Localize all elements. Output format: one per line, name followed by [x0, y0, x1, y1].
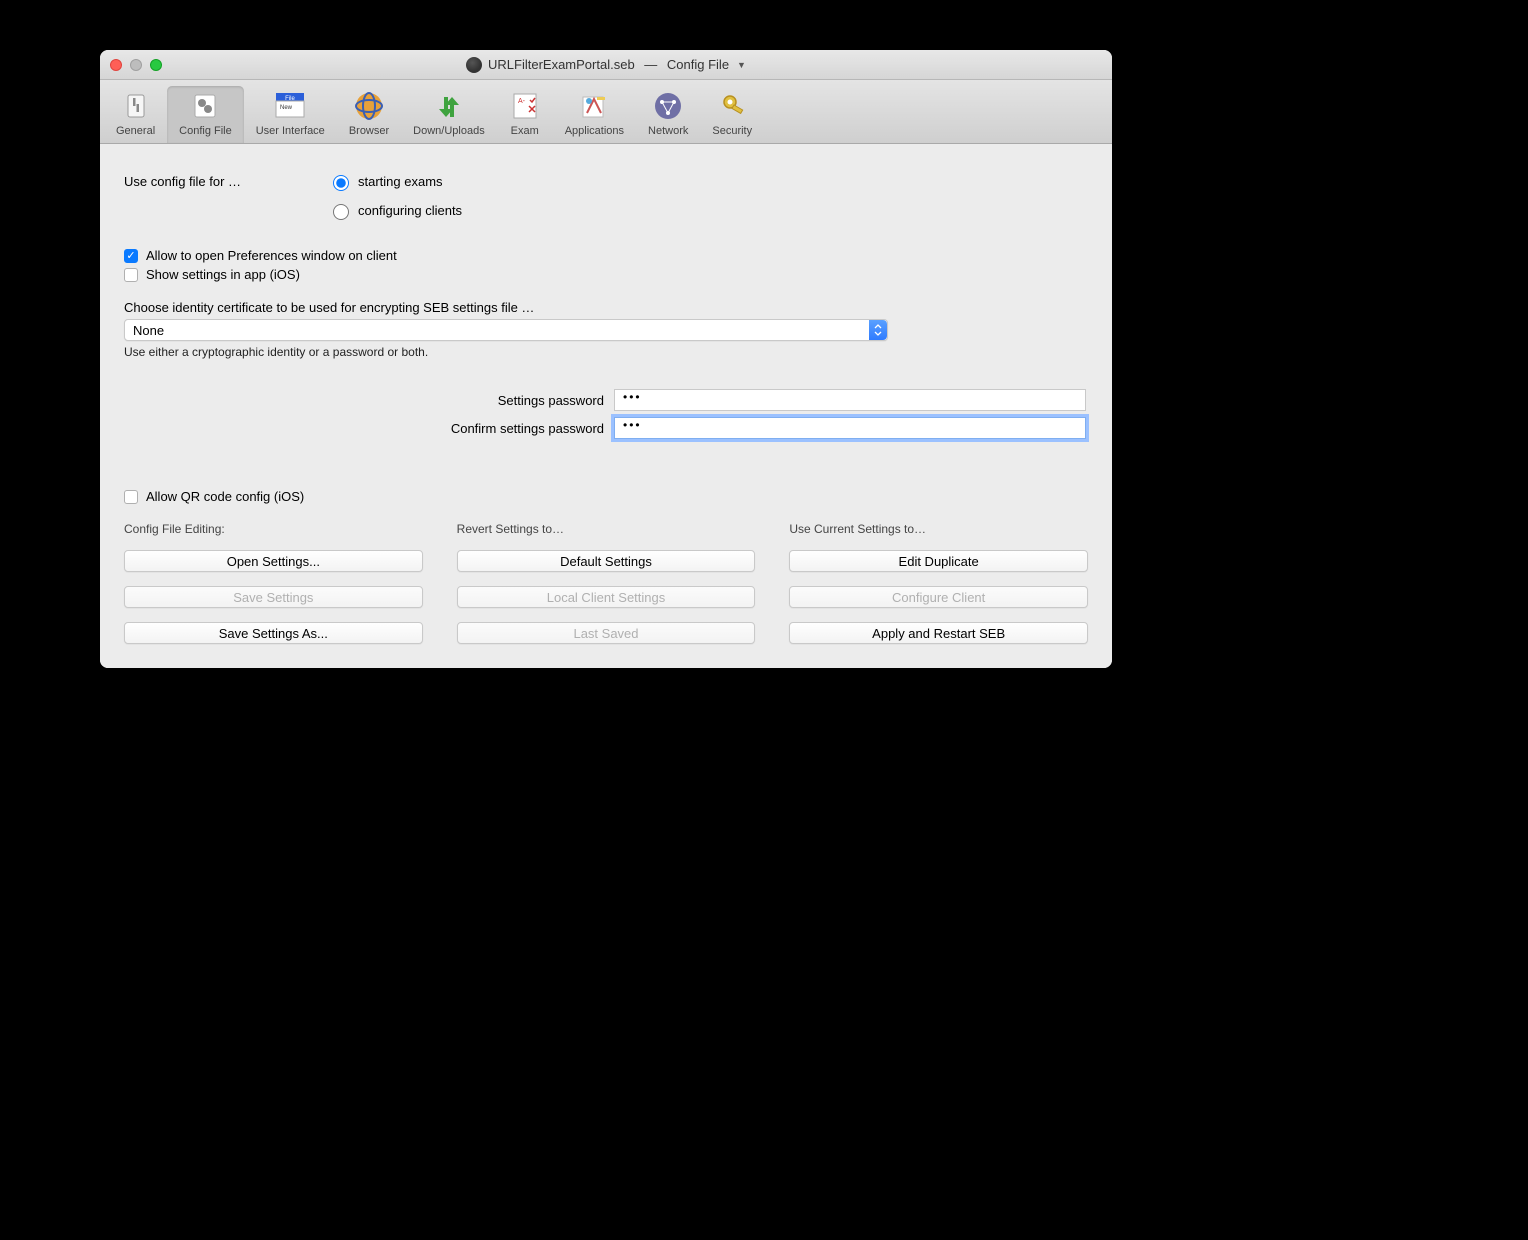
close-icon[interactable]	[110, 59, 122, 71]
dropdown-chevron-icon	[869, 320, 887, 340]
settings-password-input[interactable]: •••	[614, 389, 1086, 411]
use-config-label: Use config file for …	[124, 172, 328, 189]
identity-label: Choose identity certificate to be used f…	[124, 300, 1088, 315]
radio-label: configuring clients	[358, 203, 462, 218]
minimize-icon[interactable]	[130, 59, 142, 71]
col2-header: Revert Settings to…	[457, 522, 756, 536]
tab-label: Applications	[565, 125, 624, 137]
checkbox-allow-prefs[interactable]: ✓ Allow to open Preferences window on cl…	[124, 248, 1088, 263]
radio-configuring-clients[interactable]: configuring clients	[328, 201, 462, 220]
radio-starting-exams[interactable]: starting exams	[328, 172, 462, 191]
tab-security[interactable]: Security	[700, 86, 764, 143]
checkbox-label: Allow QR code config (iOS)	[146, 489, 304, 504]
config-file-icon	[189, 90, 221, 122]
tab-label: General	[116, 125, 155, 137]
checkbox-show-settings[interactable]: Show settings in app (iOS)	[124, 267, 1088, 282]
checkbox-label: Allow to open Preferences window on clie…	[146, 248, 397, 263]
tab-label: Browser	[349, 125, 389, 137]
general-icon	[120, 90, 152, 122]
preferences-window: URLFilterExamPortal.seb — Config File ▼ …	[100, 50, 1112, 668]
down-uploads-icon	[433, 90, 465, 122]
configure-client-button: Configure Client	[789, 586, 1088, 608]
col1-header: Config File Editing:	[124, 522, 423, 536]
tab-browser[interactable]: Browser	[337, 86, 401, 143]
apply-restart-button[interactable]: Apply and Restart SEB	[789, 622, 1088, 644]
tab-label: Security	[712, 125, 752, 137]
document-icon	[466, 57, 482, 73]
exam-icon: A-	[509, 90, 541, 122]
title-separator: —	[641, 57, 661, 72]
toolbar: General Config File FileNew User Interfa…	[100, 80, 1112, 144]
tab-general[interactable]: General	[104, 86, 167, 143]
confirm-password-label: Confirm settings password	[124, 421, 614, 436]
window-filename: URLFilterExamPortal.seb	[488, 57, 635, 72]
tab-label: Config File	[179, 125, 232, 137]
applications-icon	[578, 90, 610, 122]
browser-icon	[353, 90, 385, 122]
save-settings-button: Save Settings	[124, 586, 423, 608]
tab-exam[interactable]: A- Exam	[497, 86, 553, 143]
tab-label: Exam	[511, 125, 539, 137]
svg-text:A-: A-	[518, 98, 526, 105]
zoom-icon[interactable]	[150, 59, 162, 71]
checkbox-label: Show settings in app (iOS)	[146, 267, 300, 282]
content-area: Use config file for … starting exams con…	[100, 144, 1112, 668]
checkbox-allow-qr[interactable]: Allow QR code config (iOS)	[124, 489, 1088, 504]
tab-down-uploads[interactable]: Down/Uploads	[401, 86, 497, 143]
settings-password-label: Settings password	[124, 393, 614, 408]
open-settings-button[interactable]: Open Settings...	[124, 550, 423, 572]
checkbox-icon[interactable]	[124, 268, 138, 282]
local-client-settings-button: Local Client Settings	[457, 586, 756, 608]
tab-network[interactable]: Network	[636, 86, 700, 143]
col3-header: Use Current Settings to…	[789, 522, 1088, 536]
svg-text:New: New	[280, 105, 293, 111]
title-chevron-icon: ▼	[737, 60, 746, 70]
dropdown-value: None	[133, 323, 164, 338]
identity-note: Use either a cryptographic identity or a…	[124, 345, 1088, 359]
checkbox-icon[interactable]	[124, 490, 138, 504]
tab-config-file[interactable]: Config File	[167, 86, 244, 143]
tab-label: Network	[648, 125, 688, 137]
window-section: Config File	[667, 57, 729, 72]
tab-applications[interactable]: Applications	[553, 86, 636, 143]
default-settings-button[interactable]: Default Settings	[457, 550, 756, 572]
tab-user-interface[interactable]: FileNew User Interface	[244, 86, 337, 143]
security-icon	[716, 90, 748, 122]
network-icon	[652, 90, 684, 122]
window-title[interactable]: URLFilterExamPortal.seb — Config File ▼	[466, 57, 746, 73]
confirm-password-input[interactable]: •••	[614, 417, 1086, 439]
traffic-lights	[110, 59, 162, 71]
titlebar: URLFilterExamPortal.seb — Config File ▼	[100, 50, 1112, 80]
radio-input[interactable]	[333, 204, 349, 220]
last-saved-button: Last Saved	[457, 622, 756, 644]
save-settings-as-button[interactable]: Save Settings As...	[124, 622, 423, 644]
identity-dropdown[interactable]: None	[124, 319, 888, 341]
edit-duplicate-button[interactable]: Edit Duplicate	[789, 550, 1088, 572]
radio-input[interactable]	[333, 175, 349, 191]
tab-label: Down/Uploads	[413, 125, 485, 137]
radio-label: starting exams	[358, 174, 443, 189]
tab-label: User Interface	[256, 125, 325, 137]
checkbox-icon[interactable]: ✓	[124, 249, 138, 263]
user-interface-icon: FileNew	[274, 90, 306, 122]
